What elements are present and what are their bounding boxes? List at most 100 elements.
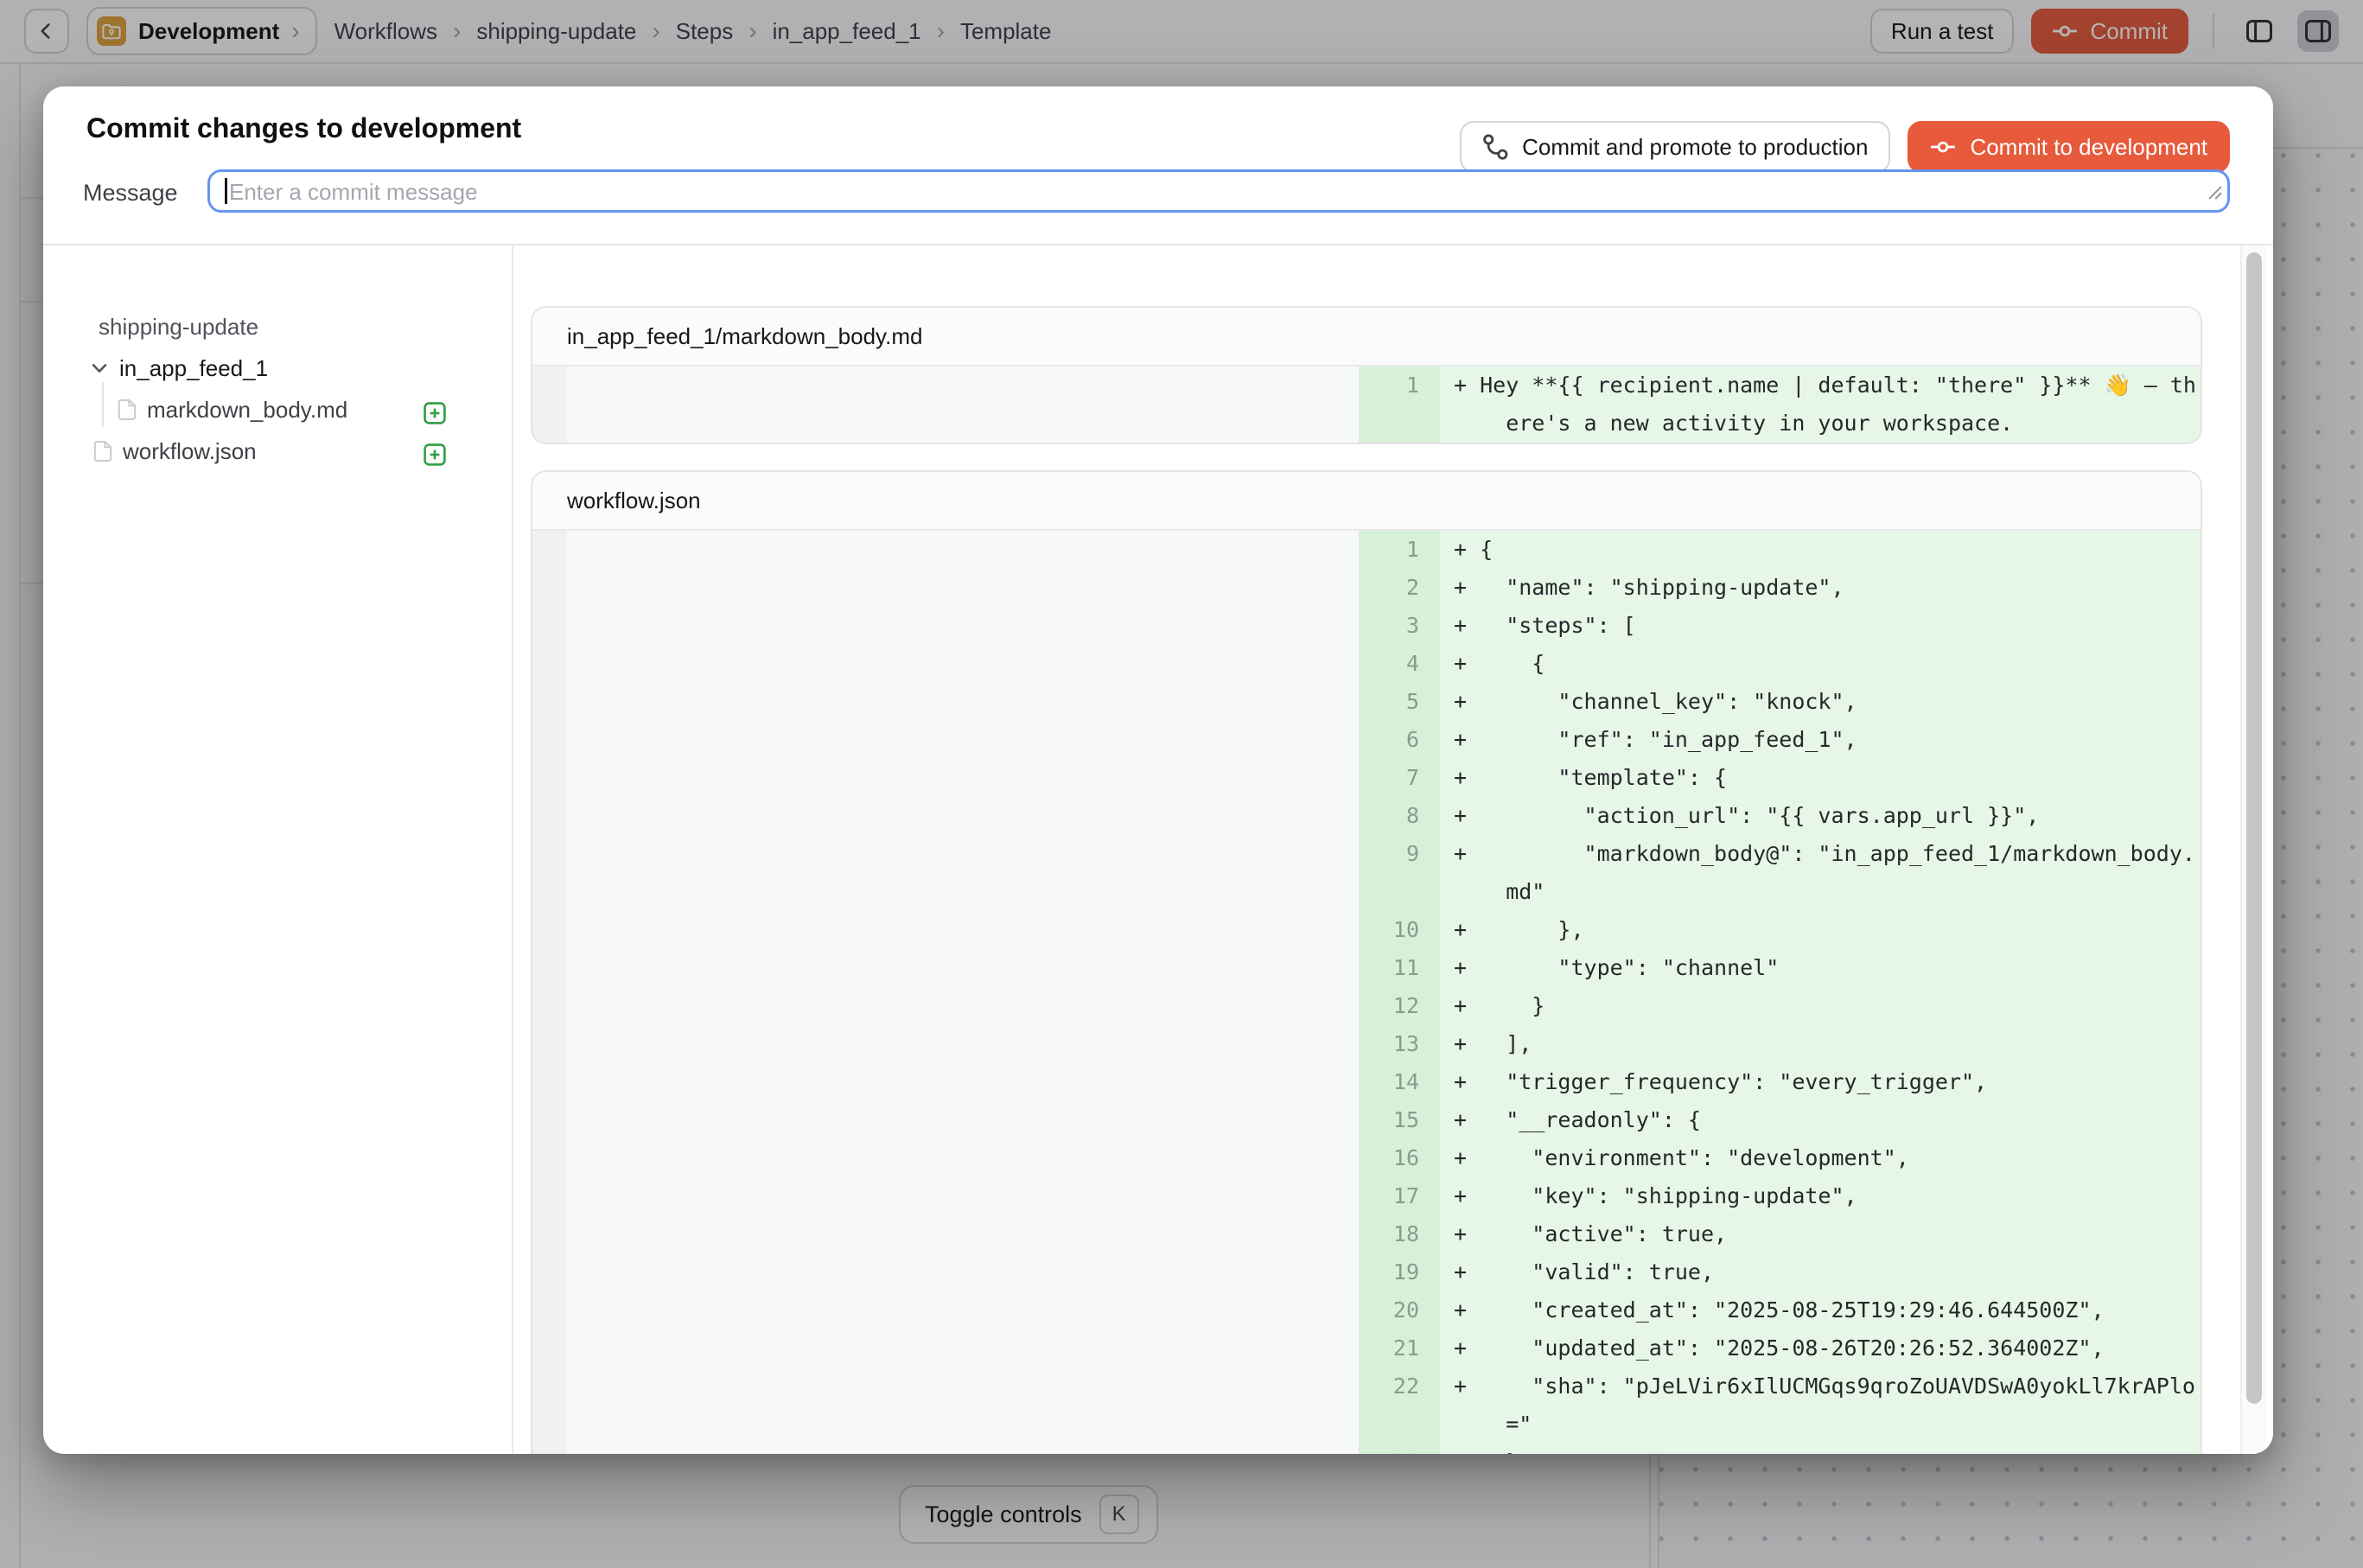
diff-line-text: + "updated_at": "2025-08-26T20:26:52.364… bbox=[1440, 1329, 2201, 1367]
diff-line-number: 4 bbox=[1359, 645, 1440, 683]
diff-old-gutter bbox=[532, 1139, 567, 1177]
diff-lines: 1+ Hey **{{ recipient.name | default: "t… bbox=[532, 367, 2201, 443]
diff-old-side bbox=[567, 645, 1359, 683]
diff-line-text: + "markdown_body@": "in_app_feed_1/markd… bbox=[1440, 835, 2201, 911]
file-icon bbox=[118, 398, 137, 421]
commit-to-development-button[interactable]: Commit to development bbox=[1908, 121, 2230, 173]
diff-line-number: 18 bbox=[1359, 1215, 1440, 1253]
modal-actions: Commit and promote to production Commit … bbox=[1460, 121, 2230, 173]
diff-line-number: 20 bbox=[1359, 1291, 1440, 1329]
diff-old-gutter bbox=[532, 1253, 567, 1291]
commit-promote-label: Commit and promote to production bbox=[1522, 134, 1868, 161]
diff-line-number: 19 bbox=[1359, 1253, 1440, 1291]
diff-old-side bbox=[567, 911, 1359, 949]
tree-file-markdown-body[interactable]: markdown_body.md bbox=[118, 389, 347, 430]
tree-folder-in-app-feed-1[interactable]: in_app_feed_1 bbox=[90, 347, 268, 389]
diff-row: 3+ "steps": [ bbox=[532, 607, 2201, 645]
diff-line-number: 7 bbox=[1359, 759, 1440, 797]
diff-old-side bbox=[567, 835, 1359, 911]
tree-file-workflow-json[interactable]: workflow.json bbox=[93, 430, 257, 472]
diff-line-number: 3 bbox=[1359, 607, 1440, 645]
diff-old-gutter bbox=[532, 1291, 567, 1329]
diff-lines: 1+ {2+ "name": "shipping-update",3+ "ste… bbox=[532, 531, 2201, 1454]
modal-scrollbar-thumb[interactable] bbox=[2246, 252, 2262, 1404]
diff-old-side bbox=[567, 797, 1359, 835]
diff-old-gutter bbox=[532, 1215, 567, 1253]
diff-old-gutter bbox=[532, 1367, 567, 1444]
diff-old-side bbox=[567, 759, 1359, 797]
diff-old-side bbox=[567, 607, 1359, 645]
modal-scrollbar-track[interactable] bbox=[2240, 245, 2266, 1454]
diff-line-text: + "action_url": "{{ vars.app_url }}", bbox=[1440, 797, 2201, 835]
diff-panel-title: workflow.json bbox=[532, 472, 2201, 531]
tree-folder-label: in_app_feed_1 bbox=[119, 355, 268, 382]
commit-promote-button[interactable]: Commit and promote to production bbox=[1460, 121, 1890, 173]
diff-line-text: + "name": "shipping-update", bbox=[1440, 569, 2201, 607]
diff-line-number: 11 bbox=[1359, 949, 1440, 987]
branch-promote-icon bbox=[1482, 134, 1508, 160]
commit-message-input[interactable] bbox=[207, 169, 2230, 213]
diff-row: 7+ "template": { bbox=[532, 759, 2201, 797]
diff-row: 14+ "trigger_frequency": "every_trigger"… bbox=[532, 1063, 2201, 1101]
diff-old-gutter bbox=[532, 911, 567, 949]
diff-row: 16+ "environment": "development", bbox=[532, 1139, 2201, 1177]
diff-row: 13+ ], bbox=[532, 1025, 2201, 1063]
diff-added-plus-icon[interactable] bbox=[424, 441, 446, 463]
diff-row: 6+ "ref": "in_app_feed_1", bbox=[532, 721, 2201, 759]
diff-line-text: + "channel_key": "knock", bbox=[1440, 683, 2201, 721]
diff-line-text: + ], bbox=[1440, 1025, 2201, 1063]
diff-row: 1+ Hey **{{ recipient.name | default: "t… bbox=[532, 367, 2201, 443]
diff-line-text: + } bbox=[1440, 987, 2201, 1025]
diff-old-side bbox=[567, 1291, 1359, 1329]
diff-old-gutter bbox=[532, 949, 567, 987]
diff-row: 23+ } bbox=[532, 1444, 2201, 1454]
diff-line-number: 23 bbox=[1359, 1444, 1440, 1454]
diff-old-gutter bbox=[532, 683, 567, 721]
diff-added-plus-icon[interactable] bbox=[424, 399, 446, 422]
diff-row: 20+ "created_at": "2025-08-25T19:29:46.6… bbox=[532, 1291, 2201, 1329]
app-root: Development › Workflows›shipping-update›… bbox=[0, 0, 2363, 1568]
file-tree-divider bbox=[512, 245, 513, 1454]
diff-line-number: 15 bbox=[1359, 1101, 1440, 1139]
diff-line-text: + { bbox=[1440, 645, 2201, 683]
diff-old-side bbox=[567, 987, 1359, 1025]
diff-line-number: 14 bbox=[1359, 1063, 1440, 1101]
diff-line-number: 1 bbox=[1359, 531, 1440, 569]
diff-old-side bbox=[567, 1101, 1359, 1139]
diff-line-text: + } bbox=[1440, 1444, 2201, 1454]
text-caret bbox=[225, 178, 227, 204]
diff-line-text: + { bbox=[1440, 531, 2201, 569]
diff-line-number: 22 bbox=[1359, 1367, 1440, 1444]
diff-old-side bbox=[567, 1025, 1359, 1063]
diff-panel-markdown-body: in_app_feed_1/markdown_body.md 1+ Hey **… bbox=[531, 306, 2202, 444]
diff-old-gutter bbox=[532, 531, 567, 569]
diff-line-number: 17 bbox=[1359, 1177, 1440, 1215]
diff-line-text: + "ref": "in_app_feed_1", bbox=[1440, 721, 2201, 759]
diff-old-side bbox=[567, 683, 1359, 721]
diff-line-text: + "created_at": "2025-08-25T19:29:46.644… bbox=[1440, 1291, 2201, 1329]
commit-modal: Commit changes to development Commit and… bbox=[43, 86, 2273, 1454]
diff-row: 2+ "name": "shipping-update", bbox=[532, 569, 2201, 607]
diff-line-number: 1 bbox=[1359, 367, 1440, 443]
diff-old-side bbox=[567, 1329, 1359, 1367]
diff-old-gutter bbox=[532, 987, 567, 1025]
diff-old-gutter bbox=[532, 797, 567, 835]
diff-line-number: 6 bbox=[1359, 721, 1440, 759]
diff-row: 21+ "updated_at": "2025-08-26T20:26:52.3… bbox=[532, 1329, 2201, 1367]
diff-old-gutter bbox=[532, 1444, 567, 1454]
diff-old-gutter bbox=[532, 569, 567, 607]
diff-line-text: + "template": { bbox=[1440, 759, 2201, 797]
diff-line-number: 12 bbox=[1359, 987, 1440, 1025]
diff-row: 19+ "valid": true, bbox=[532, 1253, 2201, 1291]
tree-root-text: shipping-update bbox=[99, 314, 258, 341]
diff-row: 22+ "sha": "pJeLVir6xIlUCMGqs9qroZoUAVDS… bbox=[532, 1367, 2201, 1444]
diff-line-number: 21 bbox=[1359, 1329, 1440, 1367]
diff-panel-title: in_app_feed_1/markdown_body.md bbox=[532, 308, 2201, 367]
chevron-down-icon bbox=[90, 359, 109, 378]
diff-row: 4+ { bbox=[532, 645, 2201, 683]
diff-old-gutter bbox=[532, 645, 567, 683]
diff-row: 10+ }, bbox=[532, 911, 2201, 949]
diff-old-gutter bbox=[532, 367, 567, 443]
diff-row: 17+ "key": "shipping-update", bbox=[532, 1177, 2201, 1215]
diff-line-number: 13 bbox=[1359, 1025, 1440, 1063]
